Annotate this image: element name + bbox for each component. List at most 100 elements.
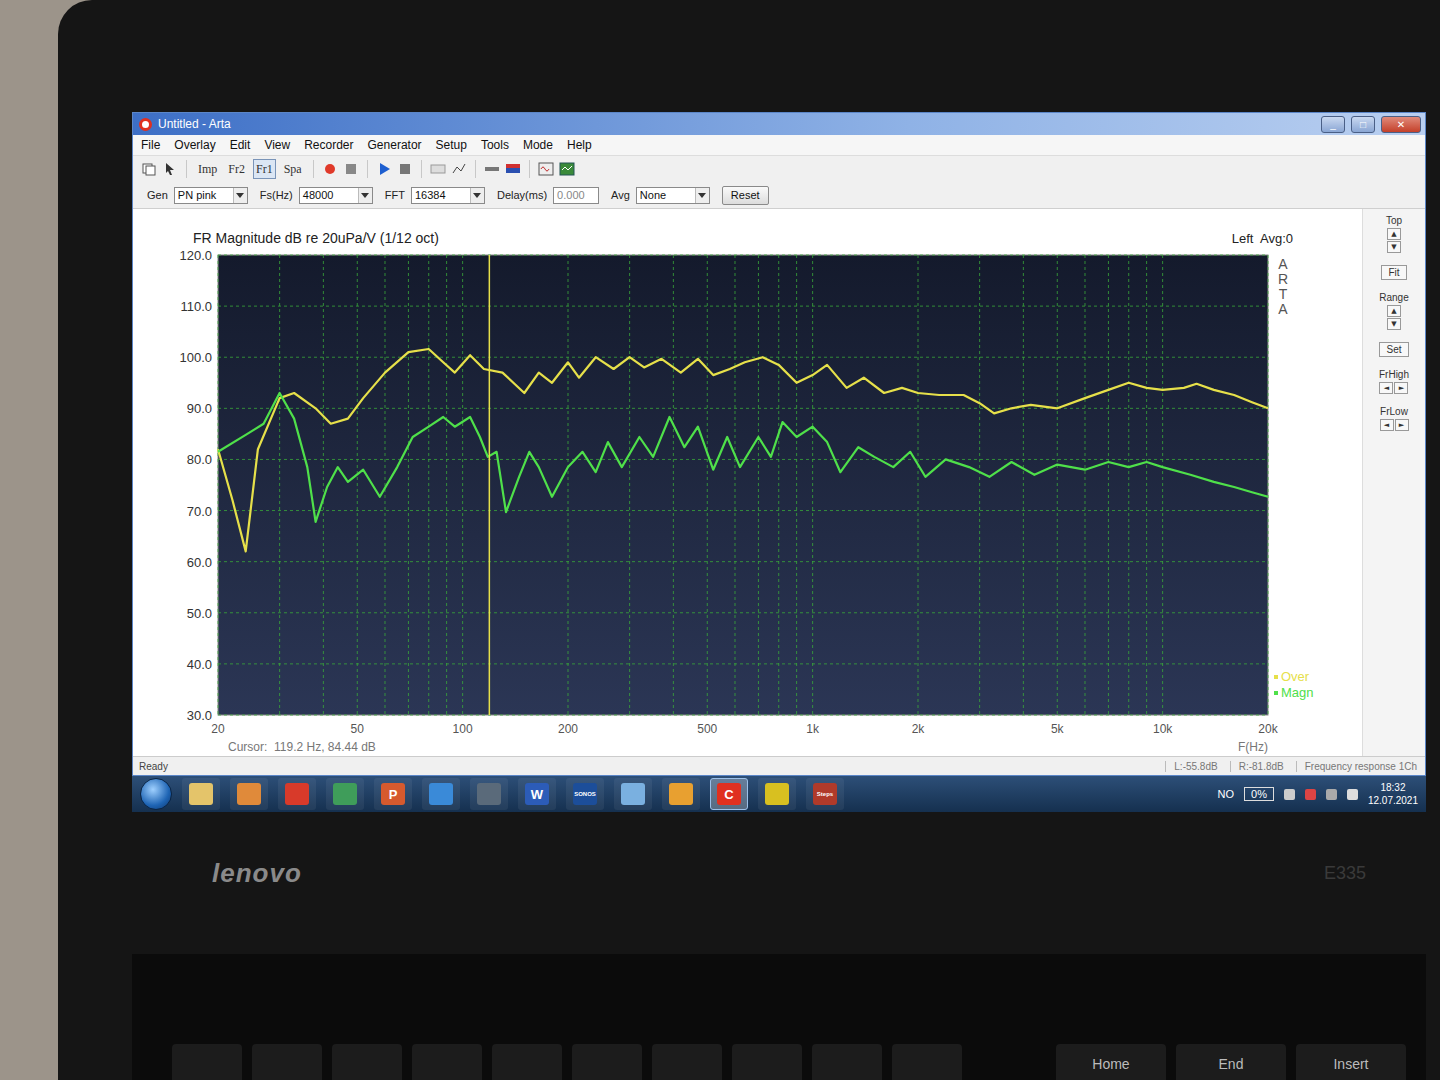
mode-button[interactable]: Spa [281, 159, 305, 179]
menu-item[interactable]: View [264, 138, 290, 152]
menu-item[interactable]: Help [567, 138, 592, 152]
side-label: FrLow [1380, 406, 1408, 417]
arrow-button[interactable]: ▲ [1387, 228, 1401, 240]
tray-arrow-icon[interactable] [1284, 789, 1295, 800]
play-icon[interactable] [376, 161, 392, 177]
chart-icon[interactable] [451, 161, 467, 177]
taskbar-app[interactable]: SONOS [566, 778, 604, 810]
taskbar-app[interactable]: W [518, 778, 556, 810]
taskbar-app[interactable] [422, 778, 460, 810]
taskbar-app[interactable] [278, 778, 316, 810]
start-button[interactable] [140, 778, 172, 810]
menu-item[interactable]: Recorder [304, 138, 353, 152]
cursor-line[interactable] [489, 255, 491, 715]
arrow-button[interactable]: ◄ [1380, 419, 1394, 431]
key[interactable]: Insert [1296, 1044, 1406, 1080]
network-icon[interactable] [1326, 789, 1337, 800]
close-button[interactable]: ✕ [1381, 116, 1421, 133]
copy-icon[interactable] [141, 161, 157, 177]
battery-indicator[interactable]: 0% [1244, 787, 1274, 801]
taskbar-app[interactable] [182, 778, 220, 810]
taskbar-app[interactable]: P [374, 778, 412, 810]
side-button[interactable]: Fit [1381, 265, 1406, 280]
record-icon[interactable] [322, 161, 338, 177]
dropdown-arrow-icon[interactable] [695, 188, 709, 203]
grid-line [707, 255, 708, 715]
language-indicator[interactable]: NO [1218, 788, 1235, 800]
arrow-button[interactable]: ▼ [1387, 241, 1401, 253]
dropdown[interactable]: 48000 [299, 187, 373, 204]
text-field[interactable]: 0.000 [553, 187, 599, 204]
key[interactable] [892, 1044, 962, 1080]
dropdown-arrow-icon[interactable] [470, 188, 484, 203]
app-icon: P [381, 783, 405, 805]
arrow-button[interactable]: ▼ [1387, 318, 1401, 330]
window-title: Untitled - Arta [158, 117, 1315, 131]
key[interactable] [492, 1044, 562, 1080]
generator-icon[interactable] [538, 161, 554, 177]
menu-item[interactable]: Generator [368, 138, 422, 152]
key[interactable] [412, 1044, 482, 1080]
taskbar-app[interactable] [326, 778, 364, 810]
key[interactable] [812, 1044, 882, 1080]
app-icon: SONOS [573, 783, 597, 805]
side-control: Fit [1381, 265, 1406, 280]
taskbar-app[interactable]: Steps [806, 778, 844, 810]
menu-item[interactable]: File [141, 138, 160, 152]
taskbar-app[interactable] [614, 778, 652, 810]
x-tick: 200 [558, 722, 578, 736]
stop-icon[interactable] [343, 161, 359, 177]
x-tick: 2k [912, 722, 926, 736]
key[interactable] [732, 1044, 802, 1080]
menu-item[interactable]: Overlay [174, 138, 215, 152]
tray-flag-icon[interactable] [1305, 789, 1316, 800]
mode-button[interactable]: Fr2 [225, 159, 248, 179]
mode-button[interactable]: Fr1 [253, 159, 276, 179]
arrow-button[interactable]: ► [1395, 419, 1409, 431]
system-tray: NO 0% 18:3212.07.2021 [1218, 781, 1418, 807]
scale-icon[interactable] [430, 161, 446, 177]
arrow-button[interactable]: ◄ [1379, 382, 1393, 394]
key[interactable] [172, 1044, 242, 1080]
taskbar-app[interactable] [470, 778, 508, 810]
key[interactable]: Home [1056, 1044, 1166, 1080]
plot-area[interactable] [218, 255, 1268, 715]
mode-button[interactable]: Imp [195, 159, 220, 179]
frequency-response-chart[interactable]: FR Magnitude dB re 20uPa/V (1/12 oct)Lef… [133, 209, 1362, 756]
x-tick: 20 [211, 722, 225, 736]
meter-icon[interactable] [559, 161, 575, 177]
arrow-button[interactable]: ▲ [1387, 305, 1401, 317]
key[interactable] [572, 1044, 642, 1080]
key[interactable]: End [1176, 1044, 1286, 1080]
key[interactable] [332, 1044, 402, 1080]
stop-icon[interactable] [397, 161, 413, 177]
watermark-letter: T [1279, 286, 1288, 302]
menu-item[interactable]: Tools [481, 138, 509, 152]
flag-icon[interactable] [505, 161, 521, 177]
taskbar-app[interactable]: C [710, 778, 748, 810]
side-control: Top▲▼ [1386, 215, 1402, 253]
taskbar-app[interactable] [758, 778, 796, 810]
dropdown[interactable]: PN pink [174, 187, 248, 204]
menu-item[interactable]: Edit [230, 138, 251, 152]
arrow-button[interactable]: ► [1394, 382, 1408, 394]
min-button[interactable]: _ [1321, 116, 1345, 133]
clock[interactable]: 18:3212.07.2021 [1368, 781, 1418, 807]
max-button[interactable]: □ [1351, 116, 1375, 133]
menu-item[interactable]: Setup [436, 138, 467, 152]
pointer-icon[interactable] [162, 161, 178, 177]
title-bar[interactable]: Untitled - Arta _ □ ✕ [133, 113, 1425, 135]
dropdown-arrow-icon[interactable] [233, 188, 247, 203]
link-icon[interactable] [484, 161, 500, 177]
volume-icon[interactable] [1347, 789, 1358, 800]
key[interactable] [652, 1044, 722, 1080]
dropdown[interactable]: 16384 [411, 187, 485, 204]
menu-item[interactable]: Mode [523, 138, 553, 152]
reset-button[interactable]: Reset [722, 186, 769, 205]
dropdown-arrow-icon[interactable] [358, 188, 372, 203]
dropdown[interactable]: None [636, 187, 710, 204]
taskbar-app[interactable] [230, 778, 268, 810]
key[interactable] [252, 1044, 322, 1080]
side-button[interactable]: Set [1379, 342, 1408, 357]
taskbar-app[interactable] [662, 778, 700, 810]
